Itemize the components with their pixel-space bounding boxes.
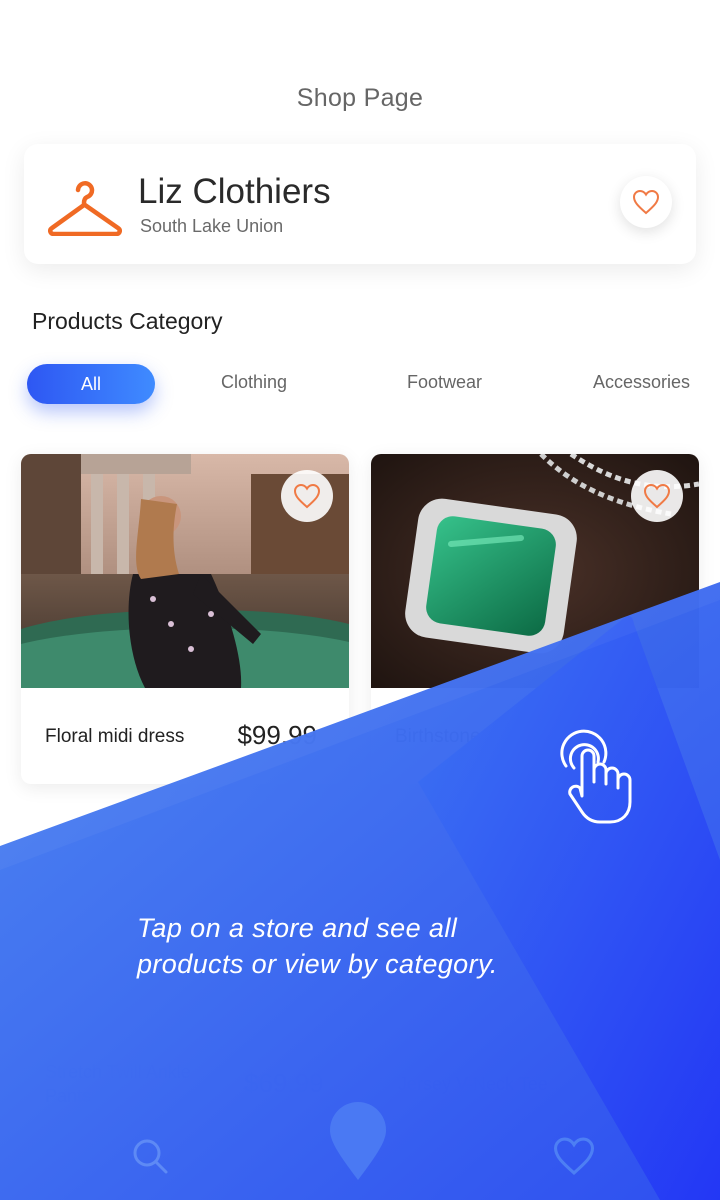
store-card[interactable] [24,144,696,264]
location-pin-icon[interactable] [326,1100,390,1184]
tab-clothing[interactable]: Clothing [221,372,287,393]
product-name: Floral midi dress [45,726,185,747]
product-name: Stretch Twill Ankle Pants [45,1062,191,1106]
product-favorite-button[interactable] [631,470,683,522]
product-name: Jersey V-Neck Tee [398,1074,548,1094]
tab-accessories[interactable]: Accessories [593,372,690,393]
product-price: $69.99 [244,1068,324,1098]
page-title: Shop Page [296,84,424,112]
tab-all[interactable]: All [27,364,155,404]
product-name: Birthstone [395,726,481,747]
hanger-icon [48,181,122,236]
heart-icon[interactable] [552,1136,596,1176]
heart-icon [293,483,321,509]
store-favorite-button[interactable] [620,176,672,228]
search-icon[interactable] [130,1136,170,1176]
heart-icon [643,483,671,509]
onboarding-message: Tap on a store and see all products or v… [137,913,498,979]
store-name[interactable]: Liz Clothiers [138,172,331,212]
products-category-title: Products Category [32,308,223,334]
tab-footwear[interactable]: Footwear [407,372,482,393]
product-price: $99.99 [237,720,317,750]
product-card[interactable]: Floral midi dress $99.99 [21,454,349,784]
heart-icon [632,189,660,215]
store-location: South Lake Union [140,216,284,236]
product-favorite-button[interactable] [281,470,333,522]
product-price: $ [598,1068,613,1098]
tap-gesture-icon [560,729,632,824]
